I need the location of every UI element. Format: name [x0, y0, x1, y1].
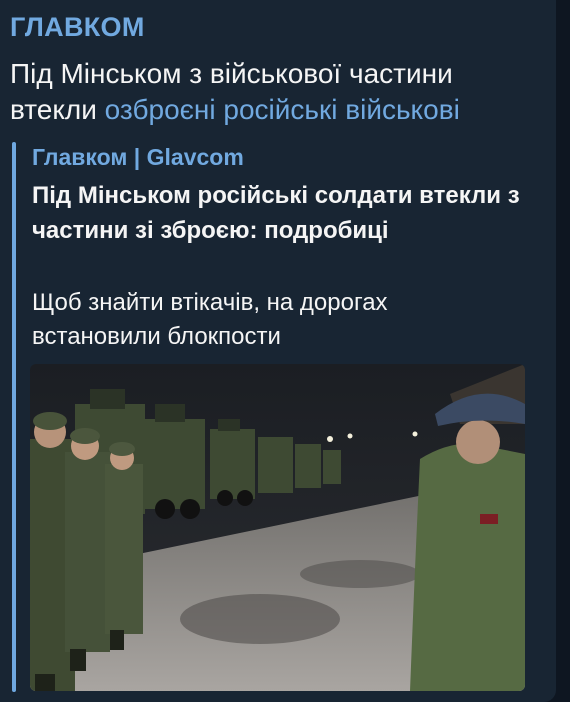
link-preview-title: Під Мінськом російські солдати втекли з …	[32, 182, 520, 244]
message-link[interactable]: озброєні російські військові	[105, 94, 460, 125]
link-preview-accent-bar	[12, 142, 16, 692]
message-text: Під Мінськом з військової частини втекли…	[10, 56, 546, 128]
link-preview[interactable]: Главком | Glavcom Під Мінськом російські…	[12, 142, 532, 697]
link-preview-description: Щоб знайти втікачів, на дорогах встанови…	[32, 289, 388, 350]
message-bubble: ГЛАВКОМ Під Мінськом з військової частин…	[0, 0, 556, 702]
link-preview-photo[interactable]	[30, 364, 525, 691]
channel-name[interactable]: ГЛАВКОМ	[10, 12, 145, 43]
link-preview-site-name: Главком | Glavcom	[32, 144, 244, 170]
